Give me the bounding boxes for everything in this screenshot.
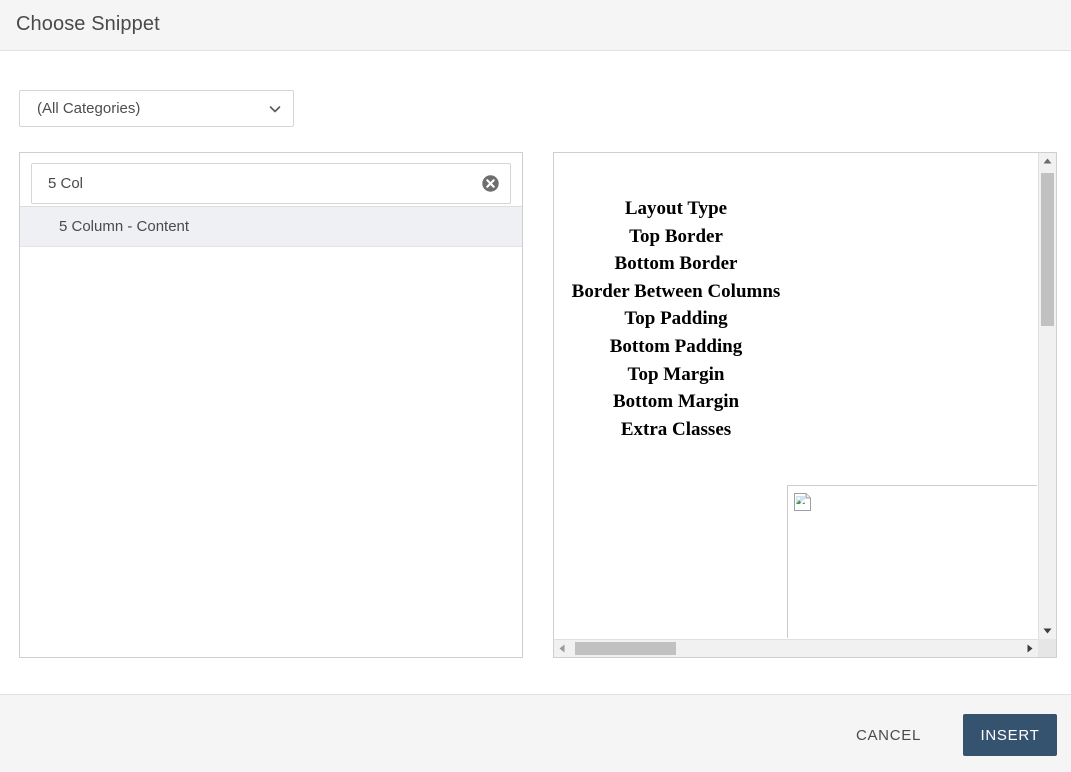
snippet-results-list[interactable]: 5 Column - Content [20,206,522,657]
preview-label: Bottom Border [554,250,798,278]
vertical-scroll-thumb[interactable] [1041,173,1054,326]
snippet-preview-panel: Layout Type Top Border Bottom Border Bor… [553,152,1057,658]
preview-label: Border Between Columns [554,278,798,306]
preview-label: Top Border [554,223,798,251]
category-select[interactable]: (All Categories) [19,90,294,127]
choose-snippet-dialog: Choose Snippet (All Categories) 5 Column… [0,0,1071,772]
triangle-right-icon[interactable] [1021,640,1038,657]
triangle-left-icon[interactable] [554,640,571,657]
broken-image-icon [793,492,813,512]
page-title: Choose Snippet [16,4,160,44]
preview-label-list: Layout Type Top Border Bottom Border Bor… [554,195,798,443]
preview-content: Layout Type Top Border Bottom Border Bor… [554,153,1037,638]
horizontal-scroll-thumb[interactable] [575,642,676,655]
preview-label: Top Margin [554,361,798,389]
preview-label: Bottom Padding [554,333,798,361]
preview-horizontal-scrollbar[interactable] [554,639,1038,657]
clear-circle-x-icon[interactable] [481,174,500,193]
triangle-down-icon[interactable] [1039,622,1056,639]
preview-label: Extra Classes [554,416,798,444]
preview-image-container [787,485,1037,638]
preview-label: Top Padding [554,305,798,333]
scrollbar-corner [1038,639,1056,657]
dialog-header: Choose Snippet [0,0,1071,51]
cancel-button[interactable]: CANCEL [846,721,931,750]
snippet-browser-panel: 5 Column - Content [19,152,523,658]
insert-button[interactable]: INSERT [963,714,1057,756]
preview-vertical-scrollbar[interactable] [1038,153,1056,639]
search-input[interactable] [31,163,511,204]
preview-viewport: Layout Type Top Border Bottom Border Bor… [554,153,1037,638]
category-filter: (All Categories) [19,90,294,127]
dialog-footer: CANCEL INSERT [0,694,1071,772]
search-row [20,153,522,205]
preview-label: Bottom Margin [554,388,798,416]
list-item[interactable]: 5 Column - Content [20,207,522,247]
preview-label: Layout Type [554,195,798,223]
triangle-up-icon[interactable] [1039,153,1056,170]
